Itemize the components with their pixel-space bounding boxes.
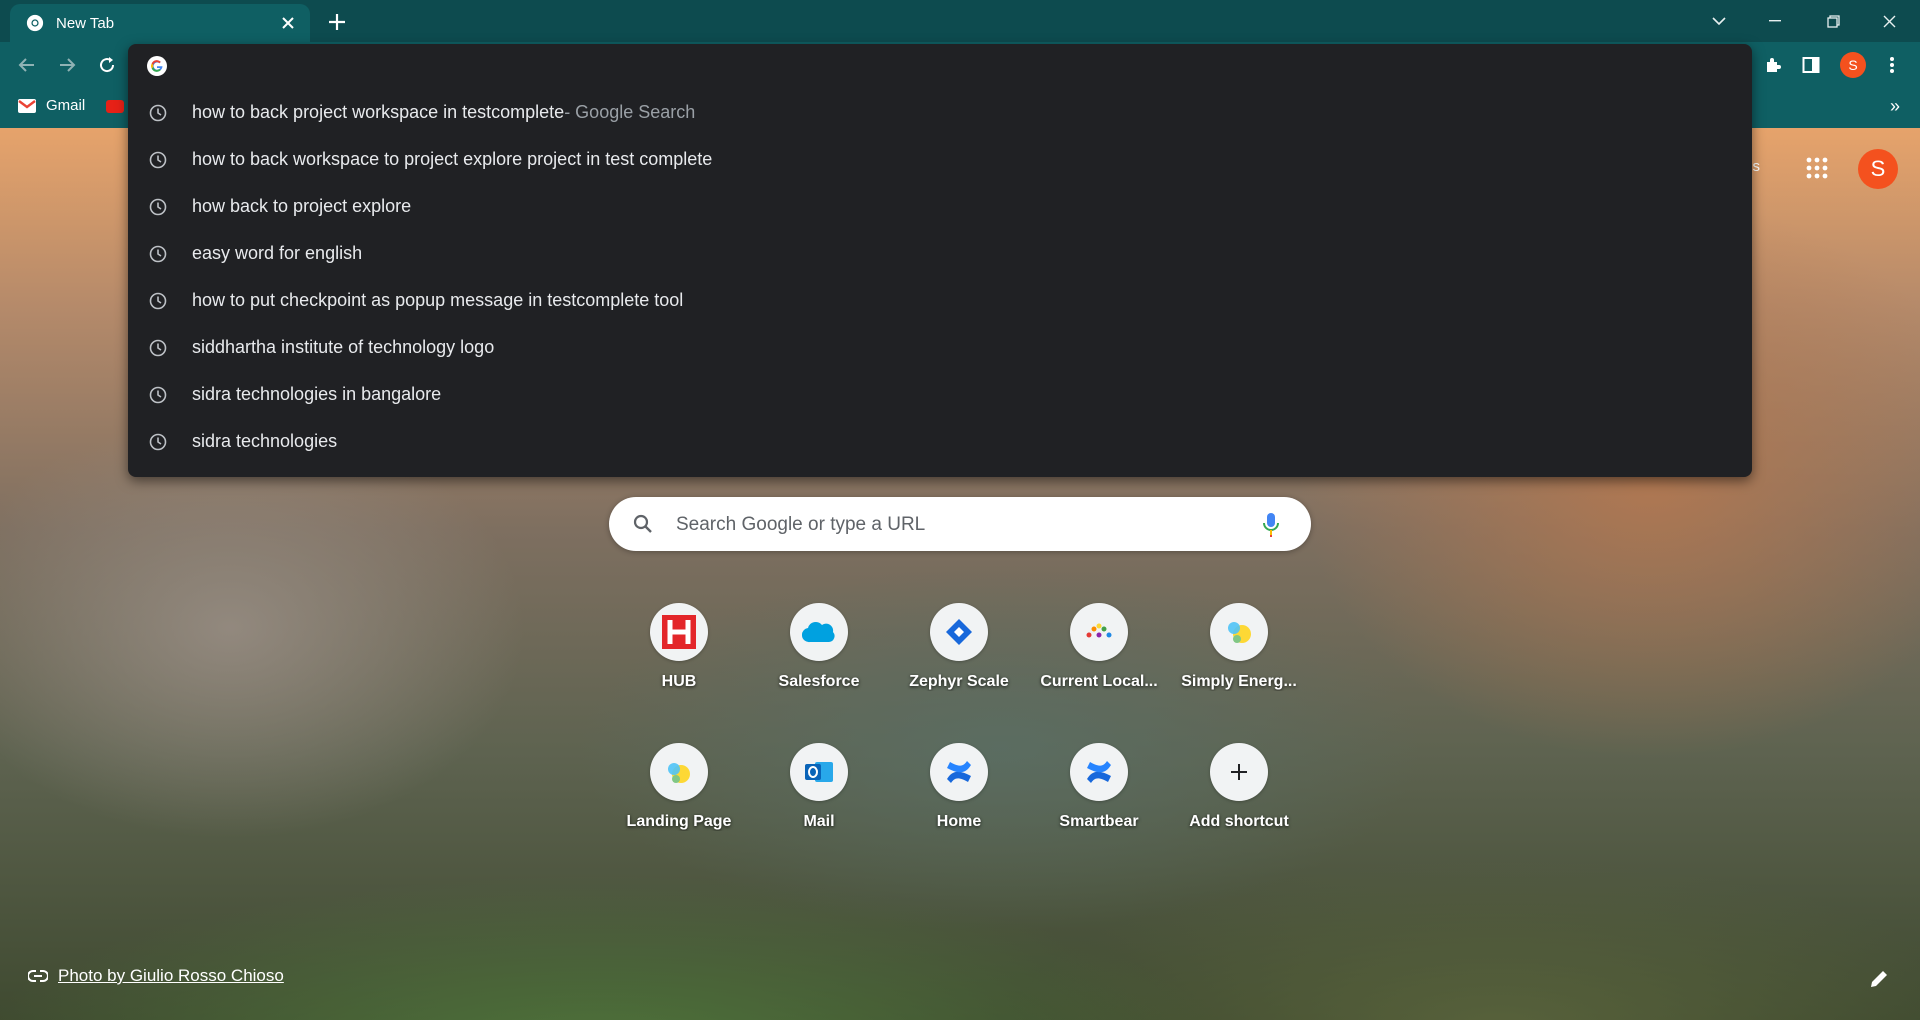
- outlook-icon: [790, 743, 848, 801]
- shortcut-label: Add shortcut: [1189, 813, 1289, 830]
- suggestion-item[interactable]: sidra technologies in bangalore: [128, 371, 1752, 418]
- shortcut-label: Mail: [803, 813, 835, 830]
- shortcut-label: Zephyr Scale: [909, 673, 1009, 690]
- youtube-icon[interactable]: [106, 100, 124, 113]
- close-tab-icon[interactable]: [278, 13, 298, 33]
- shortcut-zephyr-scale[interactable]: Zephyr Scale: [895, 593, 1023, 713]
- search-icon: [633, 514, 652, 533]
- photo-attribution: Photo by Giulio Rosso Chioso: [28, 966, 284, 986]
- restore-icon[interactable]: [1810, 6, 1856, 36]
- history-clock-icon: [149, 433, 167, 450]
- shortcut-label: Simply Energ...: [1181, 673, 1297, 690]
- extensions-icon[interactable]: [1758, 50, 1788, 80]
- profile-avatar-button[interactable]: S: [1840, 52, 1866, 78]
- omnibox-input-row[interactable]: [128, 44, 1752, 86]
- bookmark-gmail[interactable]: Gmail: [18, 97, 85, 114]
- reload-button[interactable]: [92, 50, 122, 80]
- suggestion-text: how to back project workspace in testcom…: [192, 102, 565, 122]
- confluence-icon: [930, 743, 988, 801]
- suggestion-text: sidra technologies in bangalore: [192, 384, 442, 404]
- shortcut-current-local[interactable]: Current Local...: [1035, 593, 1163, 713]
- suggestion-item[interactable]: how to back workspace to project explore…: [128, 136, 1752, 183]
- suggestion-item[interactable]: how to put checkpoint as popup message i…: [128, 277, 1752, 324]
- suggestion-text: easy word for english: [192, 243, 363, 263]
- shortcut-label: Current Local...: [1040, 673, 1158, 690]
- suggestion-text: siddhartha institute of technology logo: [192, 337, 495, 357]
- bookmarks-overflow-button[interactable]: »: [1890, 96, 1900, 117]
- salesforce-cloud-icon: [790, 603, 848, 661]
- shortcut-label: Salesforce: [778, 673, 860, 690]
- omnibox-input[interactable]: [180, 50, 1684, 82]
- history-clock-icon: [149, 292, 167, 309]
- ntp-search-input[interactable]: [674, 509, 1238, 541]
- history-clock-icon: [149, 151, 167, 168]
- suggestion-text: how to put checkpoint as popup message i…: [192, 290, 684, 310]
- gmail-icon: [18, 98, 36, 113]
- suggestion-text: how to back workspace to project explore…: [192, 149, 713, 169]
- customize-pencil-icon[interactable]: [1868, 968, 1890, 990]
- hub-icon: [650, 603, 708, 661]
- shortcut-simply-energy[interactable]: Simply Energ...: [1175, 593, 1303, 713]
- suggestion-text: sidra technologies: [192, 431, 338, 451]
- history-clock-icon: [149, 386, 167, 403]
- landing-page-icon: [650, 743, 708, 801]
- shortcut-salesforce[interactable]: Salesforce: [755, 593, 883, 713]
- shortcut-smartbear[interactable]: Smartbear: [1035, 733, 1163, 853]
- shortcut-mail[interactable]: Mail: [755, 733, 883, 853]
- history-clock-icon: [149, 245, 167, 262]
- shortcut-label: Landing Page: [626, 813, 732, 830]
- confluence-icon: [1070, 743, 1128, 801]
- shortcut-hub[interactable]: HUB: [615, 593, 743, 713]
- history-clock-icon: [149, 104, 167, 121]
- forward-button[interactable]: [52, 50, 82, 80]
- add-shortcut-button[interactable]: Add shortcut: [1175, 733, 1303, 853]
- omnibox-dropdown: how to back project workspace in testcom…: [128, 44, 1752, 477]
- tab-strip: New Tab: [0, 0, 1920, 42]
- shortcut-label: HUB: [661, 673, 697, 690]
- tab-new-tab[interactable]: New Tab: [10, 4, 310, 42]
- plus-icon: [1210, 743, 1268, 801]
- new-tab-button[interactable]: [324, 9, 350, 35]
- bookmark-gmail-label: Gmail: [46, 97, 86, 114]
- simply-energy-icon: [1210, 603, 1268, 661]
- current-local-icon: [1070, 603, 1128, 661]
- tab-title: New Tab: [56, 14, 115, 32]
- google-apps-icon[interactable]: [1805, 156, 1829, 180]
- photo-credit-link[interactable]: Photo by Giulio Rosso Chioso: [58, 966, 284, 986]
- close-window-icon[interactable]: [1866, 6, 1912, 36]
- suggestion-item[interactable]: siddhartha institute of technology logo: [128, 324, 1752, 371]
- chrome-icon: [26, 14, 44, 32]
- minimize-icon[interactable]: [1752, 6, 1798, 36]
- zephyr-diamond-icon: [930, 603, 988, 661]
- history-clock-icon: [149, 339, 167, 356]
- google-account-avatar[interactable]: S: [1858, 149, 1898, 189]
- suggestion-item[interactable]: how to back project workspace in testcom…: [128, 89, 1752, 136]
- suggestion-suffix: - Google Search: [564, 102, 696, 122]
- tab-search-icon[interactable]: [1696, 6, 1742, 36]
- ntp-search-box[interactable]: [609, 497, 1311, 551]
- history-clock-icon: [149, 198, 167, 215]
- suggestion-text: how back to project explore: [192, 196, 412, 216]
- suggestion-item[interactable]: how back to project explore: [128, 183, 1752, 230]
- shortcut-landing-page[interactable]: Landing Page: [615, 733, 743, 853]
- link-icon: [28, 970, 48, 982]
- shortcut-label: Smartbear: [1059, 813, 1139, 830]
- side-panel-icon[interactable]: [1796, 50, 1826, 80]
- suggestion-item[interactable]: easy word for english: [128, 230, 1752, 277]
- voice-search-mic-icon[interactable]: [1261, 511, 1281, 539]
- shortcut-home[interactable]: Home: [895, 733, 1023, 853]
- shortcut-label: Home: [936, 813, 982, 830]
- back-button[interactable]: [12, 50, 42, 80]
- suggestion-item[interactable]: sidra technologies: [128, 418, 1752, 465]
- google-g-icon: [147, 56, 167, 76]
- menu-kebab-icon[interactable]: [1877, 50, 1907, 80]
